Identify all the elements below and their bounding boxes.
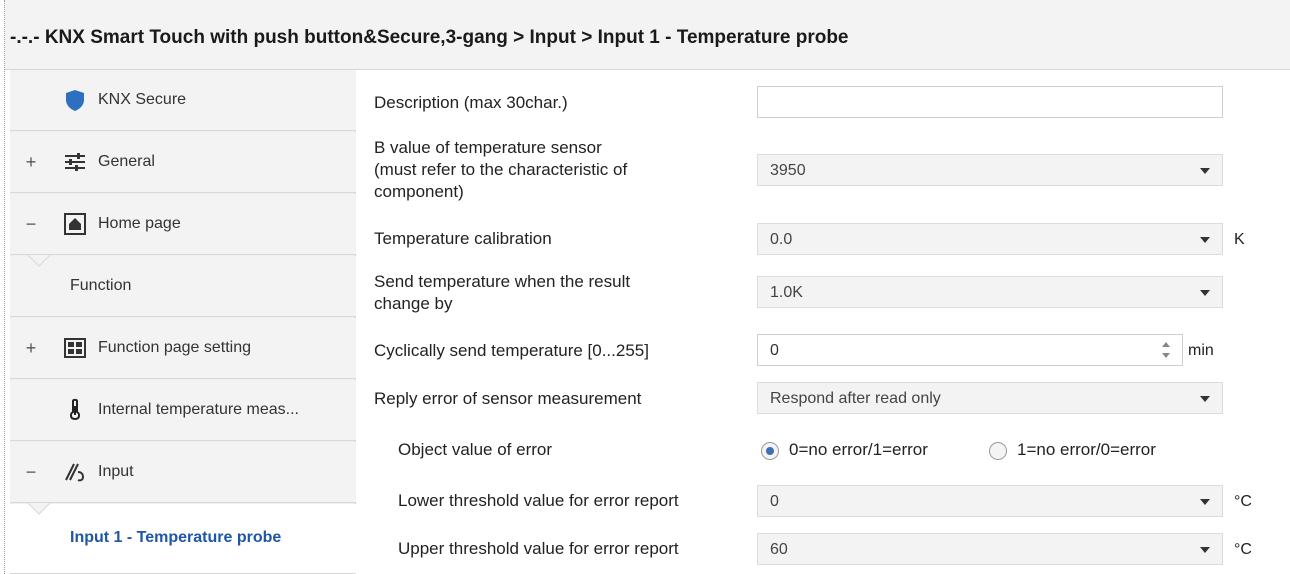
chevron-down-icon <box>1200 547 1210 553</box>
chevron-down-icon <box>1200 396 1210 402</box>
lower-threshold-value: 0 <box>770 493 779 510</box>
thermometer-icon <box>69 398 81 421</box>
calibration-label: Temperature calibration <box>374 229 552 248</box>
chevron-down-icon <box>1200 290 1210 296</box>
collapse-icon[interactable]: − <box>24 462 38 483</box>
chevron-down-icon <box>1200 237 1210 243</box>
sidebar-item-function-page-setting[interactable]: + Function page setting <box>10 318 356 379</box>
sidebar-item-internal-temperature[interactable]: Internal temperature meas... <box>10 380 356 441</box>
cyclic-input[interactable]: 0 <box>757 334 1183 366</box>
cyclic-label: Cyclically send temperature [0...255] <box>374 341 649 360</box>
sidebar-item-label: Input 1 - Temperature probe <box>70 529 282 546</box>
sidebar-item-input-1[interactable]: Input 1 - Temperature probe <box>10 503 356 574</box>
radio-option-label: 1=no error/0=error <box>1017 440 1156 459</box>
sidebar-item-label: Input <box>98 463 134 480</box>
sidebar-item-general[interactable]: + General <box>10 132 356 193</box>
b-value-label: B value of temperature sensor (must refe… <box>374 137 627 203</box>
radio-option-1[interactable] <box>989 442 1007 460</box>
send-change-label: Send temperature when the result change … <box>374 271 630 315</box>
home-icon <box>64 213 86 235</box>
sidebar: KNX Secure + General − Home page Functio… <box>10 70 356 574</box>
lower-threshold-select[interactable]: 0 <box>757 485 1223 517</box>
sidebar-item-label: Internal temperature meas... <box>98 401 299 418</box>
sidebar-item-input[interactable]: − Input <box>10 442 356 503</box>
b-value-select[interactable]: 3950 <box>757 154 1223 186</box>
sliders-icon <box>65 153 85 171</box>
input-icon <box>65 463 85 482</box>
b-value-value: 3950 <box>770 162 806 179</box>
sidebar-item-label: Function page setting <box>98 339 251 356</box>
send-change-label-line: change by <box>374 294 453 313</box>
chevron-down-icon <box>1200 168 1210 174</box>
reply-error-value: Respond after read only <box>770 390 941 407</box>
radio-option-0[interactable] <box>761 442 779 460</box>
sidebar-item-label: Home page <box>98 215 181 232</box>
sidebar-item-function[interactable]: Function <box>10 255 356 317</box>
grid-icon <box>64 338 86 358</box>
sidebar-item-label: General <box>98 153 155 170</box>
expand-icon[interactable]: + <box>24 338 38 359</box>
calibration-value: 0.0 <box>770 231 793 248</box>
spinner-icon[interactable] <box>1162 340 1172 362</box>
sidebar-item-label: KNX Secure <box>98 91 187 108</box>
b-value-label-line: B value of temperature sensor <box>374 138 602 157</box>
upper-threshold-value: 60 <box>770 541 788 558</box>
header-bar: -.-.- KNX Smart Touch with push button&S… <box>5 0 1290 70</box>
reply-error-label: Reply error of sensor measurement <box>374 389 642 408</box>
tree-notch <box>28 503 50 515</box>
left-border <box>4 0 5 574</box>
tree-notch <box>28 255 50 267</box>
sidebar-item-knx-secure[interactable]: KNX Secure <box>10 70 356 131</box>
description-label: Description (max 30char.) <box>374 93 568 112</box>
b-value-label-line: (must refer to the characteristic of <box>374 160 628 179</box>
upper-threshold-select[interactable]: 60 <box>757 533 1223 565</box>
shield-icon <box>66 90 84 111</box>
send-change-label-line: Send temperature when the result <box>374 272 631 291</box>
sidebar-item-label: Function <box>70 277 132 294</box>
object-value-label: Object value of error <box>398 440 553 459</box>
parameter-panel: Description (max 30char.) B value of tem… <box>360 70 1290 574</box>
upper-threshold-unit: °C <box>1234 541 1252 558</box>
reply-error-select[interactable]: Respond after read only <box>757 382 1223 414</box>
chevron-down-icon <box>1200 499 1210 505</box>
description-input[interactable] <box>757 86 1223 118</box>
radio-option-label: 0=no error/1=error <box>789 440 928 459</box>
calibration-select[interactable]: 0.0 <box>757 223 1223 255</box>
expand-icon[interactable]: + <box>24 152 38 173</box>
collapse-icon[interactable]: − <box>24 214 38 235</box>
cyclic-value: 0 <box>770 342 779 359</box>
lower-threshold-label: Lower threshold value for error report <box>398 491 679 510</box>
send-change-value: 1.0K <box>770 284 803 301</box>
send-change-select[interactable]: 1.0K <box>757 276 1223 308</box>
breadcrumb: -.-.- KNX Smart Touch with push button&S… <box>10 27 849 48</box>
b-value-label-line: component) <box>374 182 464 201</box>
lower-threshold-unit: °C <box>1234 493 1252 510</box>
calibration-unit: K <box>1234 231 1245 248</box>
cyclic-unit: min <box>1188 342 1214 359</box>
upper-threshold-label: Upper threshold value for error report <box>398 539 679 558</box>
sidebar-item-home-page[interactable]: − Home page <box>10 194 356 255</box>
